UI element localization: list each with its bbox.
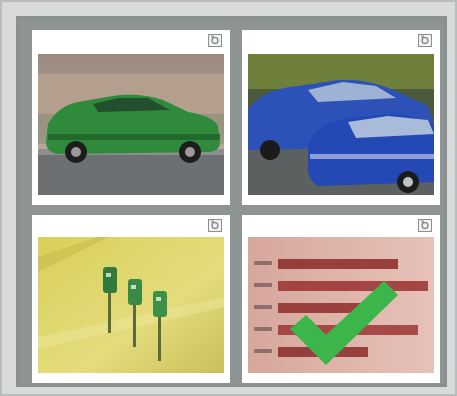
- image-tile-2[interactable]: [242, 30, 440, 205]
- image-tile-3[interactable]: [32, 215, 230, 383]
- zoom-icon[interactable]: [208, 34, 222, 47]
- zoom-icon[interactable]: [208, 219, 222, 232]
- green-mailboxes-image: [38, 237, 224, 373]
- green-sedan-image: [38, 54, 224, 195]
- zoom-icon[interactable]: [418, 219, 432, 232]
- blue-sedans-image: [248, 54, 434, 195]
- checkmark-icon: [290, 281, 398, 365]
- image-tile-1[interactable]: [32, 30, 230, 205]
- zoom-icon[interactable]: [418, 34, 432, 47]
- image-tile-4[interactable]: [242, 215, 440, 383]
- captcha-frame: [0, 0, 457, 396]
- image-grid: [16, 16, 447, 387]
